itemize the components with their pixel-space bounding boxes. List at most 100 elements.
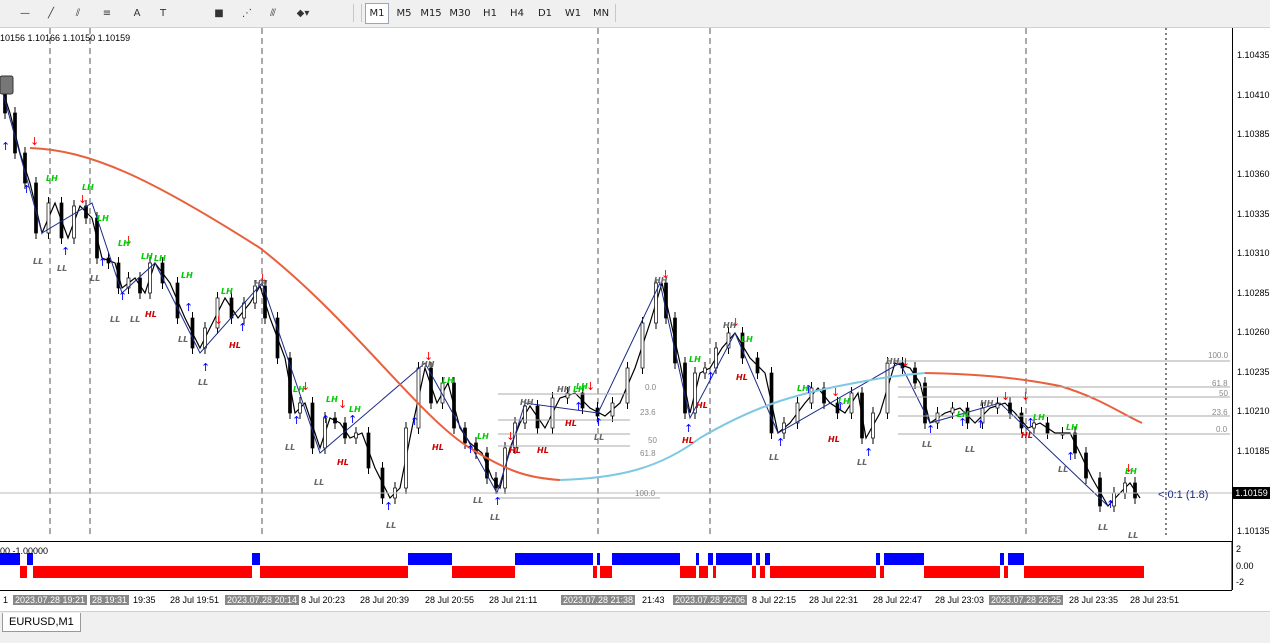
time-axis-label: 28 Jul 23:03	[935, 595, 985, 605]
swing-label-ll: LL	[285, 443, 295, 452]
chart-toolbar: — ╱ ⫽ ≡ A T ■ ⋰ ⫻ ◆▾ M1 M5 M15 M30 H1 H4 D1 W1 MN	[0, 0, 1270, 28]
buy-arrow-icon: ↑	[926, 423, 935, 436]
chart-tab-eurusd[interactable]: EURUSD,M1	[2, 613, 81, 632]
swing-label-hl: HL	[229, 341, 241, 350]
swing-label-ll: LL	[473, 496, 483, 505]
gann-icon[interactable]: ⫻	[262, 2, 284, 24]
indicator-bar-down	[924, 566, 1000, 578]
rectangle-icon[interactable]: ■	[208, 2, 230, 24]
arrows-icon[interactable]: ◆▾	[292, 2, 314, 24]
swing-label-lh: LH	[221, 287, 233, 296]
swing-label-lh: LH	[689, 355, 701, 364]
fib-level-label: 23.6	[1212, 408, 1228, 417]
sell-arrow-icon: ↓	[214, 314, 223, 327]
time-axis-label: 28 Jul 20:55	[425, 595, 475, 605]
indicator-subwindow[interactable]	[0, 541, 1232, 591]
price-axis-label: 1.10360	[1237, 169, 1270, 179]
swing-label-lh: LH	[1033, 413, 1045, 422]
time-axis-label: 1	[3, 595, 9, 605]
indicator-bar-down	[752, 566, 756, 578]
swing-label-hl: HL	[696, 401, 708, 410]
indicator-bar-down	[760, 566, 765, 578]
price-axis-label: 1.10285	[1237, 288, 1270, 298]
price-axis-label: 1.10210	[1237, 406, 1270, 416]
timeframe-h4[interactable]: H4	[505, 3, 529, 24]
swing-label-hh: HH	[980, 399, 994, 408]
sell-arrow-icon: ↓	[338, 398, 347, 411]
fib-level-label: 23.6	[640, 408, 656, 417]
indicator-bar-up	[1008, 553, 1024, 565]
indicator-axis-label: 0.00	[1236, 561, 1254, 571]
price-axis-label: 1.10385	[1237, 129, 1270, 139]
swing-label-ll: LL	[1128, 531, 1138, 538]
candle-body	[1133, 482, 1137, 499]
candle-body	[550, 397, 555, 429]
price-chart[interactable]: ↑↑↑↑↑↑↑↑↑ ↑ ↑↑↑↑↑↑↑ ↑↑↑↑↑↑↑↑ ↑ ↑↑↑↓↓↓↓↓↓↓↓↓↓↓…	[0, 28, 1232, 538]
swing-label-ll: LL	[314, 478, 324, 487]
time-axis-label: 2023.07.28 19:21	[13, 595, 88, 605]
indicator-bar-up	[408, 553, 452, 565]
chart-tab-bar	[0, 611, 1270, 643]
swing-label-lh: LH	[797, 384, 809, 393]
fib-level-label: 61.8	[640, 449, 656, 458]
indicator-bar-down	[680, 566, 696, 578]
sell-arrow-icon: ↓	[901, 356, 910, 369]
buy-arrow-icon: ↑	[466, 443, 475, 456]
indicator-bar-down	[713, 566, 716, 578]
time-axis-label: 2023.07.28 21:38	[561, 595, 636, 605]
time-axis-label: 28 Jul 21:11	[489, 595, 538, 605]
candle-body	[310, 402, 315, 449]
swing-label-hl: HL	[682, 436, 694, 445]
toolbar-separator	[361, 4, 362, 22]
chart-object-box	[0, 75, 14, 95]
time-axis-label: 28 19:31	[90, 595, 130, 605]
price-axis[interactable]: 1.10435 1.10410 1.10385 1.10360 1.10335 1.103…	[1232, 28, 1270, 590]
candle-body	[755, 357, 760, 374]
timeframe-m5[interactable]: M5	[392, 3, 416, 24]
swing-label-hl: HL	[736, 373, 748, 382]
textlabel-icon[interactable]: T	[152, 2, 174, 24]
price-axis-label: 1.10260	[1237, 327, 1270, 337]
fib-level-label: 100.0	[635, 489, 656, 498]
indicator-bar-up	[597, 553, 600, 565]
indicator-bar-down	[770, 566, 876, 578]
timeframe-mn[interactable]: MN	[589, 3, 613, 24]
indicator-bar-down	[20, 566, 27, 578]
fibonacci-icon[interactable]: ≡	[96, 2, 118, 24]
buy-arrow-icon: ↑	[594, 416, 603, 429]
swing-label-ll: LL	[130, 315, 140, 324]
timeframe-w1[interactable]: W1	[561, 3, 585, 24]
crosshair-icon[interactable]: —	[14, 2, 36, 24]
candle-body	[795, 402, 800, 424]
timeframe-d1[interactable]: D1	[533, 3, 557, 24]
candle-body	[175, 282, 180, 319]
price-axis-label: 1.10335	[1237, 209, 1270, 219]
swing-label-hl: HL	[1021, 431, 1033, 440]
buy-arrow-icon: ↑	[776, 436, 785, 449]
fan-icon[interactable]: ⋰	[236, 2, 258, 24]
indicator-bar-down	[699, 566, 708, 578]
swing-label-ll: LL	[110, 315, 120, 324]
indicator-bar-up	[515, 553, 593, 565]
swing-label-lh: LH	[97, 214, 109, 223]
swing-label-ll: LL	[33, 257, 43, 266]
moving-average-blue	[559, 372, 926, 481]
swing-label-ll: LL	[1058, 465, 1068, 474]
candle-body	[535, 405, 540, 429]
fib-level-label: 0.0	[1216, 425, 1228, 434]
buy-arrow-icon: ↑	[61, 245, 70, 258]
timeframe-m1[interactable]: M1	[365, 3, 389, 24]
text-icon[interactable]: A	[126, 2, 148, 24]
channel-icon[interactable]: ⫽	[67, 2, 89, 24]
candle-body	[913, 367, 917, 384]
swing-label-lh: LH	[46, 174, 58, 183]
fib-level-label: 100.0	[1208, 351, 1229, 360]
trendline-icon[interactable]: ╱	[40, 2, 62, 24]
indicator-bar-down	[1024, 566, 1144, 578]
timeframe-m15[interactable]: M15	[419, 3, 443, 24]
timeframe-m30[interactable]: M30	[448, 3, 472, 24]
candle-body	[494, 477, 498, 489]
timeframe-h1[interactable]: H1	[478, 3, 502, 24]
candle-body	[404, 427, 408, 489]
swing-label-ll: LL	[1098, 523, 1108, 532]
